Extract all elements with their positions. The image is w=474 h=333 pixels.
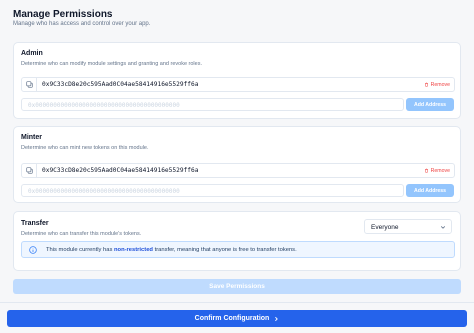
minter-remove-button[interactable]: Remove: [424, 166, 450, 175]
admin-add-address-button[interactable]: Add Address: [406, 98, 454, 111]
minter-address-row: 0x9C33cD8e20c595Aad0C04ae58414916e5529ff…: [21, 163, 455, 178]
minter-role-card: Minter Determine who can mint new tokens…: [13, 126, 461, 203]
copy-icon[interactable]: [22, 164, 37, 177]
confirm-label: Confirm Configuration: [194, 315, 270, 322]
transfer-permission-select[interactable]: Everyone: [364, 219, 452, 234]
page-title: Manage Permissions: [13, 9, 113, 20]
transfer-info-banner: This module currently has non-restricted…: [21, 241, 455, 258]
transfer-description: Determine who can transfer this module's…: [21, 231, 142, 237]
chevron-right-icon: [275, 316, 279, 321]
transfer-info-highlight: non-restricted: [113, 247, 153, 253]
chevron-down-icon: [440, 226, 446, 229]
select-value: Everyone: [371, 223, 399, 231]
confirm-configuration-button[interactable]: Confirm Configuration: [7, 310, 467, 327]
permissions-page: Manage Permissions Manage who has access…: [0, 0, 474, 333]
remove-label: Remove: [430, 167, 450, 174]
admin-role-title: Admin: [21, 50, 43, 57]
save-permissions-button[interactable]: Save Permissions: [13, 279, 461, 294]
admin-remove-button[interactable]: Remove: [424, 80, 450, 89]
minter-role-title: Minter: [21, 134, 42, 141]
admin-role-description: Determine who can modify module settings…: [21, 61, 202, 67]
trash-icon: [424, 168, 428, 173]
admin-address: 0x9C33cD8e20c595Aad0C04ae58414916e5529ff…: [42, 81, 199, 88]
minter-new-address-input[interactable]: 0x00000000000000000000000000000000000000…: [21, 184, 404, 197]
page-subtitle: Manage who has access and control over y…: [13, 21, 151, 27]
remove-label: Remove: [430, 81, 450, 88]
transfer-info-text: This module currently has non-restricted…: [46, 247, 297, 253]
info-icon: [29, 246, 37, 254]
minter-add-address-button[interactable]: Add Address: [406, 184, 454, 197]
admin-address-row: 0x9C33cD8e20c595Aad0C04ae58414916e5529ff…: [21, 77, 455, 92]
transfer-card: Transfer Determine who can transfer this…: [13, 211, 461, 271]
admin-role-card: Admin Determine who can modify module se…: [13, 42, 461, 119]
transfer-title: Transfer: [21, 220, 49, 227]
minter-role-description: Determine who can mint new tokens on thi…: [21, 145, 149, 151]
copy-icon[interactable]: [22, 78, 37, 91]
footer-divider: [0, 302, 474, 303]
trash-icon: [424, 82, 428, 87]
minter-address: 0x9C33cD8e20c595Aad0C04ae58414916e5529ff…: [42, 167, 199, 174]
admin-new-address-input[interactable]: 0x00000000000000000000000000000000000000…: [21, 98, 404, 111]
